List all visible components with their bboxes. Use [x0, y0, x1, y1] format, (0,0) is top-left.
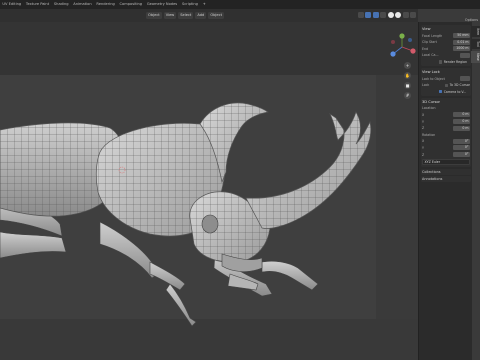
tab-compositing[interactable]: Compositing — [117, 0, 144, 9]
shading-material-icon[interactable] — [402, 12, 409, 18]
rotation-y-label: Y — [422, 145, 424, 150]
gizmo-toggle-icon[interactable] — [365, 12, 371, 18]
lock-to-object-field[interactable] — [460, 76, 470, 82]
rotation-x-label: X — [422, 139, 425, 144]
cursor-rotation-label: Rotation — [422, 132, 436, 137]
sidebar-tab-tool[interactable]: Tool — [471, 39, 480, 50]
beetle-model[interactable] — [0, 22, 418, 360]
cursor-y-label: Y — [422, 119, 424, 124]
overlay-toggle-icon[interactable] — [372, 12, 379, 18]
tab-rendering[interactable]: Rendering — [94, 0, 117, 9]
viewport-navigation-tools: + ✋ ■ # — [404, 62, 411, 99]
to-3d-cursor-checkbox[interactable] — [444, 83, 449, 87]
cursor-z-label: Z — [422, 126, 425, 131]
view-section: View Focal Length 50 mm Clip Start 0.01 … — [421, 25, 471, 183]
focal-length-label: Focal Length — [422, 33, 443, 38]
rotation-x-field[interactable]: 0° — [453, 138, 470, 144]
shading-wireframe-icon[interactable] — [387, 12, 394, 18]
visibility-icon[interactable] — [357, 12, 364, 18]
clip-end-field[interactable]: 1000 m — [453, 46, 470, 52]
perspective-grid-icon[interactable]: # — [404, 92, 411, 99]
view-lock-title[interactable]: View Lock — [422, 69, 470, 75]
collections-panel[interactable]: Collections — [421, 168, 471, 175]
beetle-eye — [201, 214, 219, 234]
tab-texture-paint[interactable]: Texture Paint — [24, 0, 52, 9]
view-menu[interactable]: View — [163, 12, 177, 19]
mode-selector[interactable]: Object — [146, 12, 162, 19]
lock-label: Lock — [422, 83, 430, 88]
camera-to-view-checkbox[interactable] — [439, 90, 443, 94]
tab-animation[interactable]: Animation — [71, 0, 94, 9]
local-camera-field[interactable] — [460, 52, 470, 58]
select-menu[interactable]: Select — [178, 12, 194, 19]
sidebar-n-panel: View Focal Length 50 mm Clip Start 0.01 … — [418, 22, 472, 360]
3d-viewport[interactable]: + ✋ ■ # — [0, 22, 418, 360]
3d-cursor-section-title[interactable]: 3D Cursor — [422, 99, 470, 105]
xray-icon[interactable] — [380, 12, 386, 18]
rotation-z-field[interactable]: 0° — [453, 152, 470, 157]
view-section-title[interactable]: View — [422, 26, 470, 32]
camera-view-icon[interactable]: ■ — [404, 82, 411, 89]
rotation-y-field[interactable]: 0° — [453, 145, 470, 151]
clip-end-label: End — [422, 46, 429, 51]
render-region-label: Render Region — [443, 59, 467, 64]
add-workspace-button[interactable]: + — [200, 0, 208, 9]
add-menu[interactable]: Add — [195, 12, 207, 19]
shading-rendered-icon[interactable] — [410, 12, 416, 18]
viewport-header: Object View Select Add Object — [0, 9, 418, 22]
tab-geometry-nodes[interactable]: Geometry Nodes — [144, 0, 179, 9]
tab-uv-editing[interactable]: UV Editing — [0, 0, 24, 9]
camera-to-view-label: Camera to V... — [443, 89, 467, 94]
navigation-gizmo[interactable] — [388, 32, 416, 62]
lock-to-object-label: Lock to Object — [422, 76, 445, 81]
cursor-location-label: Location — [422, 106, 436, 111]
to-3d-cursor-label: To 3D Cursor — [449, 83, 470, 88]
pan-hand-icon[interactable]: ✋ — [404, 72, 411, 79]
annotations-panel[interactable]: Annotations — [421, 175, 471, 182]
focal-length-field[interactable]: 50 mm — [453, 33, 470, 39]
cursor-x-label: X — [422, 112, 425, 117]
zoom-icon[interactable]: + — [404, 62, 411, 69]
sidebar-tab-item[interactable]: Item — [471, 26, 480, 38]
options-area: Options — [418, 9, 480, 22]
cursor-x-field[interactable]: 0 m — [453, 112, 470, 118]
tab-scripting[interactable]: Scripting — [180, 0, 201, 9]
rotation-mode-select[interactable]: XYZ Euler — [422, 158, 470, 165]
cursor-y-field[interactable]: 0 m — [453, 119, 470, 125]
clip-start-field[interactable]: 0.01 m — [453, 39, 470, 45]
workspace-tab-bar: UV Editing Texture Paint Shading Animati… — [0, 0, 480, 9]
rotation-z-label: Z — [422, 152, 425, 157]
render-region-checkbox[interactable] — [439, 60, 443, 64]
sidebar-tabs: Item Tool View — [471, 26, 480, 64]
local-camera-label: Local Ca... — [422, 53, 439, 58]
sidebar-tab-view[interactable]: View — [471, 51, 480, 64]
cursor-z-field[interactable]: 0 m — [453, 125, 470, 131]
shading-solid-icon[interactable] — [395, 12, 401, 18]
clip-start-label: Clip Start — [422, 40, 437, 45]
tab-shading[interactable]: Shading — [52, 0, 71, 9]
object-menu[interactable]: Object — [208, 12, 225, 19]
